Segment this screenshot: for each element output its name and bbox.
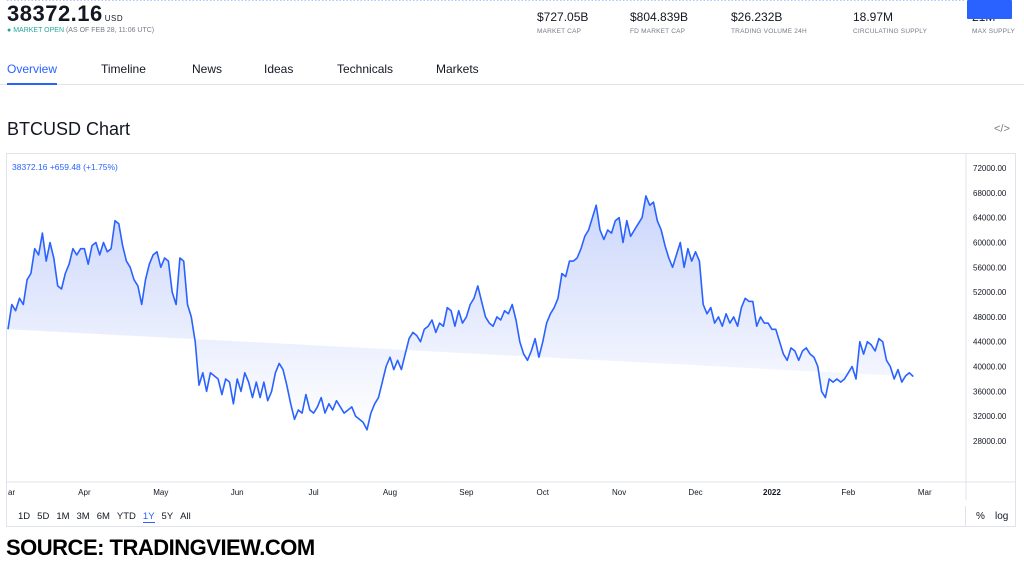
market-status: ● MARKET OPEN (AS OF FEB 28, 11:06 UTC) <box>7 27 154 34</box>
tab-markets[interactable]: Markets <box>436 62 479 76</box>
tab-bar: Overview Timeline News Ideas Technicals … <box>0 56 1024 85</box>
as-of-label: (AS OF FEB 28, 11:06 UTC) <box>65 27 155 34</box>
price-currency: USD <box>104 14 124 23</box>
stat-label: MAX SUPPLY <box>972 28 1016 35</box>
stat-max-supply: 21M MAX SUPPLY <box>972 10 1015 35</box>
stat-value: $804.839B <box>630 10 689 24</box>
stat-label: FD MARKET CAP <box>630 28 686 35</box>
range-5y[interactable]: 5Y <box>162 511 174 522</box>
status-dot-icon: ● <box>7 27 12 34</box>
range-all[interactable]: All <box>180 511 191 522</box>
tab-timeline[interactable]: Timeline <box>101 62 146 76</box>
stat-trading-volume: $26.232B TRADING VOLUME 24H <box>731 10 807 35</box>
tab-overview[interactable]: Overview <box>7 62 58 85</box>
last-price-label: 38372.16 <box>972 0 1006 2</box>
range-ytd[interactable]: YTD <box>117 511 136 522</box>
last-change-label: −15.18% <box>972 0 1004 2</box>
stat-value: 21M <box>972 10 996 24</box>
range-selector: 1D 5D 1M 3M 6M YTD 1Y 5Y All <box>18 511 198 523</box>
embed-code-icon[interactable]: </> <box>994 123 1010 135</box>
stat-value: $727.05B <box>537 10 589 24</box>
range-1y[interactable]: 1Y <box>142 511 155 523</box>
stat-circulating-supply: 18.97M CIRCULATING SUPPLY <box>853 10 927 35</box>
range-1d[interactable]: 1D <box>18 511 30 522</box>
range-5d[interactable]: 5D <box>37 511 49 522</box>
source-caption: SOURCE: TRADINGVIEW.COM <box>6 535 315 560</box>
tab-technicals[interactable]: Technicals <box>337 62 393 76</box>
market-open-label: MARKET OPEN <box>13 27 65 34</box>
stat-label: TRADING VOLUME 24H <box>731 28 807 35</box>
percent-scale-button[interactable]: % <box>976 511 985 522</box>
stat-market-cap: $727.05B MARKET CAP <box>537 10 588 35</box>
chart-title: BTCUSD Chart <box>7 119 131 139</box>
stat-label: MARKET CAP <box>537 28 582 35</box>
stat-value: $26.232B <box>731 10 783 24</box>
price-value: 38372.16 <box>7 1 103 26</box>
chart-container <box>6 153 1016 527</box>
tab-news[interactable]: News <box>192 62 222 76</box>
range-3m[interactable]: 3M <box>77 511 90 522</box>
scale-divider <box>965 506 966 526</box>
range-6m[interactable]: 6M <box>97 511 110 522</box>
range-1m[interactable]: 1M <box>56 511 69 522</box>
log-scale-button[interactable]: log <box>995 511 1008 522</box>
stat-value: 18.97M <box>853 10 894 24</box>
stat-fd-market-cap: $804.839B FD MARKET CAP <box>630 10 688 35</box>
stat-label: CIRCULATING SUPPLY <box>853 28 928 35</box>
current-price: 38372.16 USD <box>7 1 123 27</box>
tab-ideas[interactable]: Ideas <box>264 62 293 76</box>
